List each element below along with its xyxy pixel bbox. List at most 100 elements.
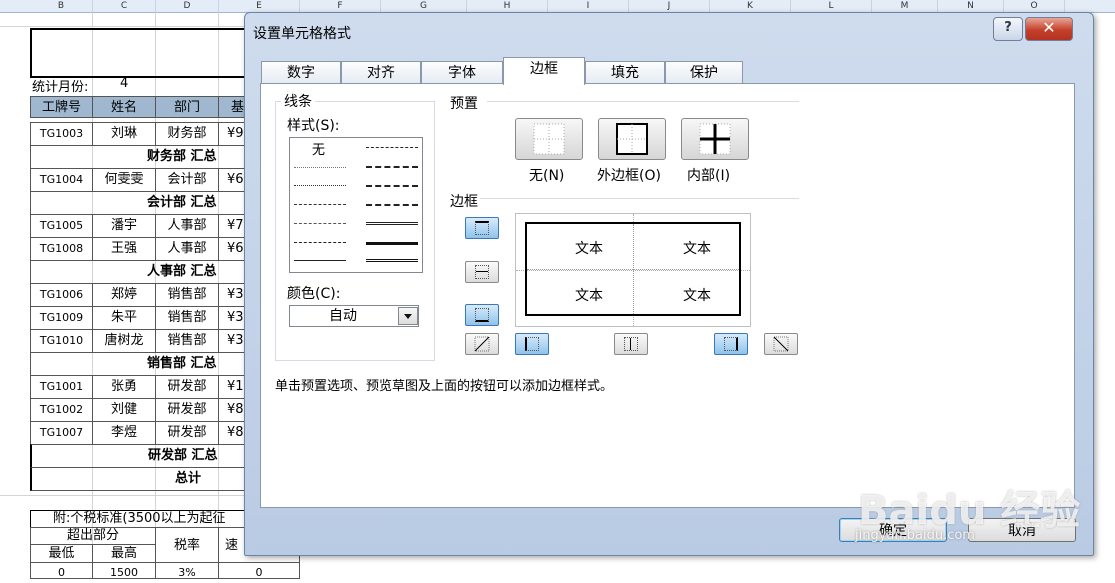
preview-box[interactable]: 文本 文本 文本 文本 bbox=[525, 222, 741, 316]
summary-row[interactable]: 人事部 汇总 bbox=[30, 260, 245, 284]
column-header[interactable]: C bbox=[93, 0, 156, 12]
summary-row[interactable]: 总计 bbox=[30, 467, 245, 491]
line-style-list[interactable]: 无 bbox=[289, 137, 423, 273]
tax-sub[interactable]: 超出部分 bbox=[30, 527, 156, 545]
salary-cell[interactable]: ¥6 bbox=[218, 168, 245, 192]
column-header[interactable]: D bbox=[156, 0, 219, 12]
salary-cell[interactable]: ¥3 bbox=[218, 329, 245, 353]
preset-inside-button[interactable] bbox=[681, 118, 749, 160]
line-style-option[interactable] bbox=[366, 147, 418, 148]
line-style-option[interactable] bbox=[294, 223, 346, 224]
id-cell[interactable]: TG1003 bbox=[30, 122, 93, 146]
column-header[interactable]: K bbox=[710, 0, 791, 12]
tab-fill[interactable]: 填充 bbox=[585, 61, 665, 83]
line-style-option[interactable] bbox=[294, 204, 346, 205]
id-cell[interactable]: TG1009 bbox=[30, 306, 93, 330]
line-style-option[interactable] bbox=[294, 185, 346, 186]
header-cell[interactable]: 基 bbox=[218, 96, 245, 118]
tab-font[interactable]: 字体 bbox=[421, 61, 503, 83]
id-cell[interactable]: TG1002 bbox=[30, 398, 93, 422]
name-cell[interactable]: 刘健 bbox=[92, 398, 156, 422]
summary-row[interactable]: 销售部 汇总 bbox=[30, 352, 245, 376]
tab-protection[interactable]: 保护 bbox=[665, 61, 743, 83]
dept-cell[interactable]: 研发部 bbox=[155, 421, 219, 445]
line-style-option[interactable] bbox=[366, 259, 418, 264]
border-bottom-button[interactable] bbox=[465, 304, 499, 326]
salary-cell[interactable]: ¥7 bbox=[218, 214, 245, 238]
tab-border[interactable]: 边框 bbox=[503, 57, 585, 85]
dept-cell[interactable]: 人事部 bbox=[155, 214, 219, 238]
line-style-option[interactable] bbox=[294, 260, 346, 261]
tax-cell[interactable]: 3% bbox=[155, 562, 219, 579]
border-left-button[interactable] bbox=[515, 333, 549, 355]
dept-cell[interactable]: 销售部 bbox=[155, 329, 219, 353]
name-cell[interactable]: 朱平 bbox=[92, 306, 156, 330]
dept-cell[interactable]: 销售部 bbox=[155, 306, 219, 330]
name-cell[interactable]: 唐树龙 bbox=[92, 329, 156, 353]
help-button[interactable]: ? bbox=[993, 17, 1023, 41]
salary-cell[interactable]: ¥1( bbox=[218, 375, 245, 399]
tab-number[interactable]: 数字 bbox=[261, 61, 341, 83]
column-header[interactable]: I bbox=[548, 0, 629, 12]
salary-cell[interactable]: ¥3 bbox=[218, 283, 245, 307]
tax-rate-header[interactable]: 税率 bbox=[155, 527, 219, 563]
chevron-down-icon[interactable] bbox=[398, 307, 418, 325]
tab-alignment[interactable]: 对齐 bbox=[341, 61, 421, 83]
color-select[interactable]: 自动 bbox=[289, 305, 419, 327]
summary-row[interactable]: 财务部 汇总 bbox=[30, 145, 245, 169]
title-block[interactable] bbox=[30, 28, 247, 78]
id-cell[interactable]: TG1001 bbox=[30, 375, 93, 399]
summary-row[interactable]: 研发部 汇总 bbox=[30, 444, 245, 468]
border-middle-v-button[interactable] bbox=[614, 333, 648, 355]
id-cell[interactable]: TG1004 bbox=[30, 168, 93, 192]
name-cell[interactable]: 潘宇 bbox=[92, 214, 156, 238]
column-header[interactable]: E bbox=[219, 0, 300, 12]
salary-cell[interactable]: ¥9 bbox=[218, 122, 245, 146]
line-style-option[interactable] bbox=[294, 167, 346, 168]
id-cell[interactable]: TG1007 bbox=[30, 421, 93, 445]
salary-cell[interactable]: ¥3 bbox=[218, 306, 245, 330]
preset-none-button[interactable] bbox=[515, 118, 583, 160]
dept-cell[interactable]: 销售部 bbox=[155, 283, 219, 307]
border-diagonal-up-button[interactable] bbox=[465, 333, 499, 355]
border-middle-h-button[interactable] bbox=[465, 261, 499, 283]
border-top-button[interactable] bbox=[465, 217, 499, 239]
header-cell[interactable]: 工牌号 bbox=[30, 96, 93, 118]
column-header[interactable]: B bbox=[30, 0, 93, 12]
border-preview[interactable]: 文本 文本 文本 文本 bbox=[515, 213, 751, 327]
column-header[interactable]: G bbox=[381, 0, 467, 12]
line-style-none[interactable]: 无 bbox=[312, 139, 325, 158]
dept-cell[interactable]: 会计部 bbox=[155, 168, 219, 192]
line-style-option[interactable] bbox=[366, 166, 418, 168]
salary-cell[interactable]: ¥6 bbox=[218, 237, 245, 261]
name-cell[interactable]: 王强 bbox=[92, 237, 156, 261]
salary-cell[interactable]: ¥8 bbox=[218, 398, 245, 422]
line-style-option[interactable] bbox=[366, 222, 418, 227]
name-cell[interactable]: 何雯雯 bbox=[92, 168, 156, 192]
header-cell[interactable]: 姓名 bbox=[92, 96, 156, 118]
line-style-option[interactable] bbox=[366, 185, 418, 187]
stat-month-label[interactable]: 统计月份: bbox=[32, 76, 88, 95]
border-diagonal-down-button[interactable] bbox=[764, 333, 798, 355]
column-header[interactable]: J bbox=[629, 0, 710, 12]
name-cell[interactable]: 张勇 bbox=[92, 375, 156, 399]
dept-cell[interactable]: 研发部 bbox=[155, 398, 219, 422]
id-cell[interactable]: TG1008 bbox=[30, 237, 93, 261]
summary-row[interactable]: 会计部 汇总 bbox=[30, 191, 245, 215]
salary-cell[interactable]: ¥8 bbox=[218, 421, 245, 445]
tax-cell[interactable]: 0 bbox=[30, 562, 93, 579]
dept-cell[interactable]: 财务部 bbox=[155, 122, 219, 146]
preset-outline-button[interactable] bbox=[598, 118, 666, 160]
tax-max-header[interactable]: 最高 bbox=[92, 544, 156, 563]
tax-cell[interactable]: 1500 bbox=[92, 562, 156, 579]
line-style-option[interactable] bbox=[366, 242, 418, 245]
id-cell[interactable]: TG1006 bbox=[30, 283, 93, 307]
column-header[interactable]: H bbox=[467, 0, 548, 12]
column-header[interactable]: N bbox=[938, 0, 1004, 12]
dept-cell[interactable]: 人事部 bbox=[155, 237, 219, 261]
line-style-option[interactable] bbox=[294, 242, 346, 243]
border-right-button[interactable] bbox=[714, 333, 748, 355]
tax-min-header[interactable]: 最低 bbox=[30, 544, 93, 563]
id-cell[interactable]: TG1010 bbox=[30, 329, 93, 353]
name-cell[interactable]: 刘琳 bbox=[92, 122, 156, 146]
